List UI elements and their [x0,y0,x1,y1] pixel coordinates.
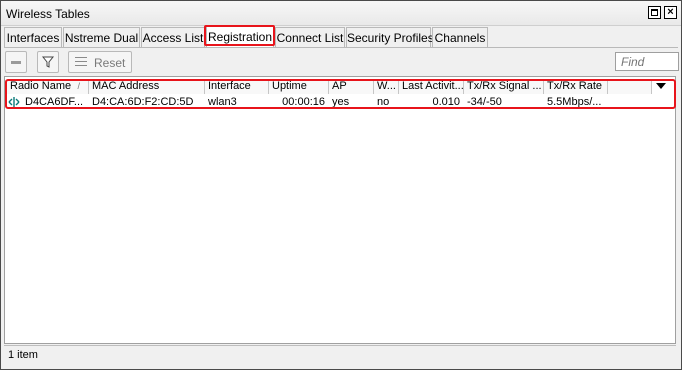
maximize-icon[interactable] [648,6,661,19]
filter-button[interactable] [37,51,59,73]
tab-nstreme-dual[interactable]: Nstreme Dual [63,27,140,47]
close-icon[interactable]: × [664,6,677,19]
tab-security-profiles[interactable]: Security Profiles [346,27,434,47]
remove-button[interactable] [5,51,27,73]
toolbar: Reset [4,50,679,74]
find-input[interactable] [615,52,679,71]
tab-interfaces[interactable]: Interfaces [4,27,62,47]
table-highlight [5,79,676,109]
status-bar: 1 item [4,345,676,365]
list-icon [75,57,87,68]
filter-icon [41,56,55,68]
tab-access-list[interactable]: Access List [141,27,205,47]
reset-label: Reset [94,56,126,70]
window-title: Wireless Tables [6,7,90,21]
tab-divider [4,47,678,48]
registration-tab-highlight [204,25,275,46]
registration-table: Radio Name / MAC Address Interface Uptim… [4,76,676,344]
tab-channels[interactable]: Channels [432,27,488,47]
reset-button[interactable]: Reset [68,51,132,73]
tab-connect-list[interactable]: Connect List [275,27,345,47]
title-bar[interactable]: Wireless Tables × [1,1,681,26]
item-count: 1 item [8,349,38,361]
